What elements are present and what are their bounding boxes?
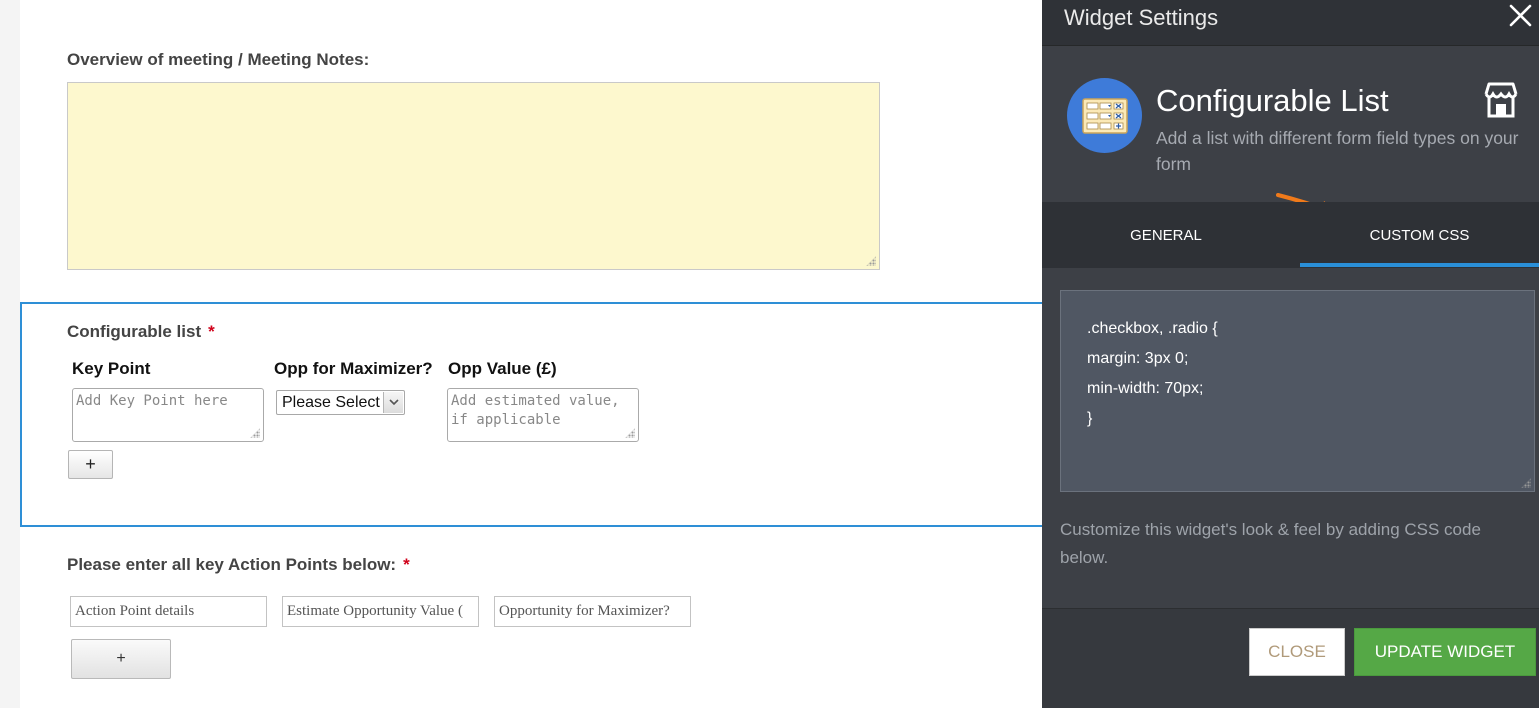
close-icon[interactable] xyxy=(1505,1,1535,31)
css-code-line: } xyxy=(1087,410,1093,427)
widget-settings-panel: Widget Settings Configurable List Add a … xyxy=(1042,0,1539,708)
css-code-line: min-width: 70px; xyxy=(1087,380,1204,397)
css-code-line: .checkbox, .radio { xyxy=(1087,320,1218,337)
select-value: Please Select xyxy=(282,394,380,411)
required-mark: * xyxy=(403,555,410,574)
tab-custom-css[interactable]: CUSTOM CSS xyxy=(1300,202,1539,268)
key-point-textarea[interactable]: Add Key Point here xyxy=(72,388,264,442)
column-header-opp-maximizer: Opp for Maximizer? xyxy=(274,359,433,378)
panel-header: Widget Settings xyxy=(1042,0,1539,46)
active-tab-indicator xyxy=(1300,263,1539,267)
close-button[interactable]: CLOSE xyxy=(1249,628,1345,676)
css-code-line: margin: 3px 0; xyxy=(1087,350,1189,367)
action-points-label-text: Please enter all key Action Points below… xyxy=(67,555,397,574)
key-point-placeholder: Add Key Point here xyxy=(76,393,228,409)
opp-value-placeholder: Add estimated value, if applicable xyxy=(451,393,620,428)
resize-grip-icon[interactable] xyxy=(866,256,876,266)
widget-description: Add a list with different form field typ… xyxy=(1156,128,1519,174)
resize-grip-icon[interactable] xyxy=(1521,478,1531,488)
panel-title: Widget Settings xyxy=(1064,5,1219,30)
configurable-list-field[interactable]: Configurable list * Key Point Opp for Max… xyxy=(20,302,1044,527)
update-widget-button[interactable]: UPDATE WIDGET xyxy=(1354,628,1536,676)
opportunity-maximizer-input[interactable]: Opportunity for Maximizer? xyxy=(494,596,691,627)
store-icon[interactable] xyxy=(1480,80,1522,120)
select-arrow-icon[interactable] xyxy=(383,392,403,413)
action-point-details-input[interactable]: Action Point details xyxy=(70,596,267,627)
opp-value-textarea[interactable]: Add estimated value, if applicable xyxy=(447,388,639,442)
resize-grip-icon[interactable] xyxy=(250,428,260,438)
form-canvas: Overview of meeting / Meeting Notes: Con… xyxy=(20,0,1044,708)
meeting-notes-textarea[interactable] xyxy=(67,82,880,270)
estimate-opportunity-value-input[interactable]: Estimate Opportunity Value ( xyxy=(282,596,479,627)
opp-maximizer-select[interactable]: Please Select xyxy=(276,390,405,415)
required-mark: * xyxy=(208,322,215,341)
add-action-point-button[interactable]: + xyxy=(71,639,171,679)
configurable-list-icon xyxy=(1067,78,1142,153)
column-header-opp-value: Opp Value (£) xyxy=(448,359,557,378)
panel-footer: CLOSE UPDATE WIDGET xyxy=(1042,608,1539,708)
custom-css-textarea[interactable]: .checkbox, .radio { margin: 3px 0; min-w… xyxy=(1060,290,1535,492)
meeting-notes-label: Overview of meeting / Meeting Notes: xyxy=(67,50,370,69)
panel-tabs: GENERAL CUSTOM CSS xyxy=(1042,202,1539,268)
add-row-button[interactable]: + xyxy=(68,450,113,479)
widget-name: Configurable List xyxy=(1156,83,1389,118)
configurable-list-label: Configurable list * xyxy=(67,322,215,342)
action-points-label: Please enter all key Action Points below… xyxy=(67,555,410,575)
custom-css-help-text: Customize this widget's look & feel by a… xyxy=(1060,520,1481,567)
resize-grip-icon[interactable] xyxy=(625,428,635,438)
configurable-list-label-text: Configurable list xyxy=(67,322,202,341)
column-header-key-point: Key Point xyxy=(72,359,151,378)
tab-general[interactable]: GENERAL xyxy=(1042,202,1290,268)
